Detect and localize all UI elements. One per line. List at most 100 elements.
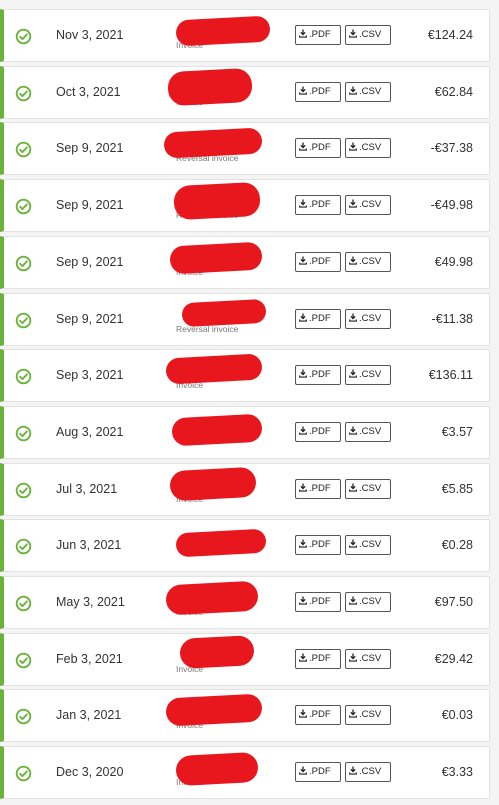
download-csv-button[interactable]: .CSV bbox=[345, 762, 391, 783]
redaction-mark bbox=[167, 67, 253, 106]
download-csv-button[interactable]: .CSV bbox=[345, 251, 391, 272]
invoice-document: Invoice bbox=[169, 466, 286, 511]
download-icon bbox=[349, 256, 357, 265]
download-pdf-button[interactable]: .PDF bbox=[295, 25, 341, 45]
invoice-document: Invoice bbox=[165, 580, 286, 624]
download-pdf-button[interactable]: .PDF bbox=[295, 478, 341, 499]
redaction-mark bbox=[169, 466, 257, 501]
download-pdf-button[interactable]: .PDF bbox=[295, 251, 341, 272]
check-circle-icon bbox=[15, 595, 32, 612]
download-icon bbox=[349, 653, 357, 662]
invoice-row: May 3, 2021 Invoice .PDF .CSV €97.50 bbox=[0, 576, 490, 629]
invoice-row: Nov 3, 2021 Invoice .PDF .CSV €124.24 bbox=[0, 9, 490, 62]
invoice-document: Reversal invoice bbox=[176, 298, 286, 341]
download-csv-button[interactable]: .CSV bbox=[345, 705, 391, 726]
invoice-document: Invoice bbox=[175, 751, 286, 794]
invoice-document: Invoice bbox=[169, 241, 286, 284]
invoice-date: Jul 3, 2021 bbox=[56, 481, 118, 496]
invoice-document: Invoice bbox=[175, 15, 286, 57]
redaction-mark bbox=[181, 298, 267, 327]
check-circle-icon bbox=[15, 482, 32, 498]
download-icon bbox=[299, 596, 307, 605]
invoice-row: Jun 3, 2021 .PDF .CSV €0.28 bbox=[0, 519, 490, 573]
invoice-date: May 3, 2021 bbox=[56, 595, 125, 609]
redaction-mark bbox=[175, 528, 267, 558]
download-pdf-button[interactable]: .PDF bbox=[295, 365, 341, 386]
download-csv-button[interactable]: .CSV bbox=[345, 478, 391, 499]
invoice-document: Reversal invoice bbox=[163, 127, 286, 170]
download-pdf-button[interactable]: .PDF bbox=[295, 421, 341, 442]
download-pdf-label: .PDF bbox=[309, 652, 331, 664]
invoice-date: Sep 9, 2021 bbox=[56, 311, 124, 326]
download-csv-label: .CSV bbox=[359, 766, 382, 778]
invoice-date: Jan 3, 2021 bbox=[56, 708, 122, 723]
download-icon bbox=[299, 142, 307, 152]
redaction-mark bbox=[175, 751, 259, 787]
download-csv-label: .CSV bbox=[359, 199, 382, 211]
download-pdf-button[interactable]: .PDF bbox=[295, 138, 341, 159]
redaction-mark bbox=[169, 241, 263, 275]
download-csv-button[interactable]: .CSV bbox=[345, 648, 391, 669]
invoice-row: Sep 9, 2021 Reversal invoice .PDF .CSV -… bbox=[0, 179, 490, 233]
invoice-date: Sep 9, 2021 bbox=[56, 198, 124, 213]
redaction-mark bbox=[179, 634, 255, 669]
invoice-amount: €62.84 bbox=[434, 84, 473, 99]
invoice-document: 5 Invoice bbox=[167, 67, 286, 114]
download-csv-button[interactable]: .CSV bbox=[345, 365, 391, 386]
download-icon bbox=[299, 709, 307, 719]
check-circle-icon bbox=[15, 652, 32, 668]
download-csv-button[interactable]: .CSV bbox=[345, 308, 391, 329]
download-pdf-label: .PDF bbox=[309, 312, 331, 324]
download-csv-label: .CSV bbox=[359, 255, 382, 267]
download-csv-button[interactable]: .CSV bbox=[345, 535, 391, 556]
download-csv-label: .CSV bbox=[359, 369, 382, 381]
invoice-date: Sep 3, 2021 bbox=[56, 368, 124, 383]
download-csv-button[interactable]: .CSV bbox=[345, 138, 391, 159]
download-pdf-label: .PDF bbox=[309, 255, 331, 267]
download-csv-label: .CSV bbox=[359, 652, 382, 664]
download-icon bbox=[349, 142, 357, 152]
download-icon bbox=[299, 199, 307, 208]
check-circle-icon bbox=[15, 142, 32, 158]
download-pdf-button[interactable]: .PDF bbox=[295, 762, 341, 783]
download-icon bbox=[299, 256, 307, 265]
download-pdf-button[interactable]: .PDF bbox=[295, 648, 341, 669]
redaction-mark bbox=[163, 127, 263, 159]
invoice-row: Sep 9, 2021 Reversal invoice .PDF .CSV -… bbox=[0, 122, 490, 176]
download-csv-button[interactable]: .CSV bbox=[345, 592, 391, 612]
download-csv-button[interactable]: .CSV bbox=[345, 25, 391, 45]
invoice-row: Feb 3, 2021 Invoice .PDF .CSV €29.42 bbox=[0, 632, 490, 686]
download-icon bbox=[349, 29, 357, 38]
download-csv-label: .CSV bbox=[359, 85, 382, 97]
download-csv-label: .CSV bbox=[359, 425, 382, 437]
invoice-amount: €29.42 bbox=[434, 651, 473, 666]
download-pdf-button[interactable]: .PDF bbox=[295, 592, 341, 612]
invoice-row: Oct 3, 2021 5 Invoice .PDF .CSV €62.84 bbox=[0, 65, 490, 119]
invoice-row: Dec 3, 2020 Invoice .PDF .CSV €3.33 bbox=[0, 746, 490, 800]
download-icon bbox=[349, 483, 357, 492]
download-pdf-button[interactable]: .PDF bbox=[295, 308, 341, 329]
download-pdf-button[interactable]: .PDF bbox=[295, 535, 341, 556]
download-csv-label: .CSV bbox=[359, 596, 382, 607]
download-icon bbox=[299, 539, 307, 548]
invoice-row: Jul 3, 2021 Invoice .PDF .CSV €5.85 bbox=[0, 462, 490, 516]
invoice-document bbox=[175, 527, 286, 567]
invoice-amount: -€11.38 bbox=[431, 311, 473, 326]
redaction-mark bbox=[171, 413, 263, 447]
download-pdf-button[interactable]: .PDF bbox=[295, 705, 341, 726]
download-csv-button[interactable]: .CSV bbox=[345, 81, 391, 102]
download-csv-button[interactable]: .CSV bbox=[345, 195, 391, 216]
download-pdf-button[interactable]: .PDF bbox=[295, 81, 341, 102]
download-csv-label: .CSV bbox=[359, 709, 382, 721]
check-circle-icon bbox=[15, 425, 32, 442]
invoice-row: Jan 3, 2021 Invoice .PDF .CSV €0.03 bbox=[0, 689, 490, 743]
download-csv-button[interactable]: .CSV bbox=[345, 421, 391, 442]
download-csv-label: .CSV bbox=[359, 482, 382, 494]
check-circle-icon bbox=[15, 28, 32, 45]
invoice-date: Sep 9, 2021 bbox=[56, 254, 124, 269]
download-pdf-label: .PDF bbox=[309, 539, 331, 551]
download-pdf-label: .PDF bbox=[309, 199, 331, 211]
invoice-amount: €0.03 bbox=[441, 708, 473, 723]
download-pdf-button[interactable]: .PDF bbox=[295, 195, 341, 216]
download-icon bbox=[299, 426, 307, 435]
